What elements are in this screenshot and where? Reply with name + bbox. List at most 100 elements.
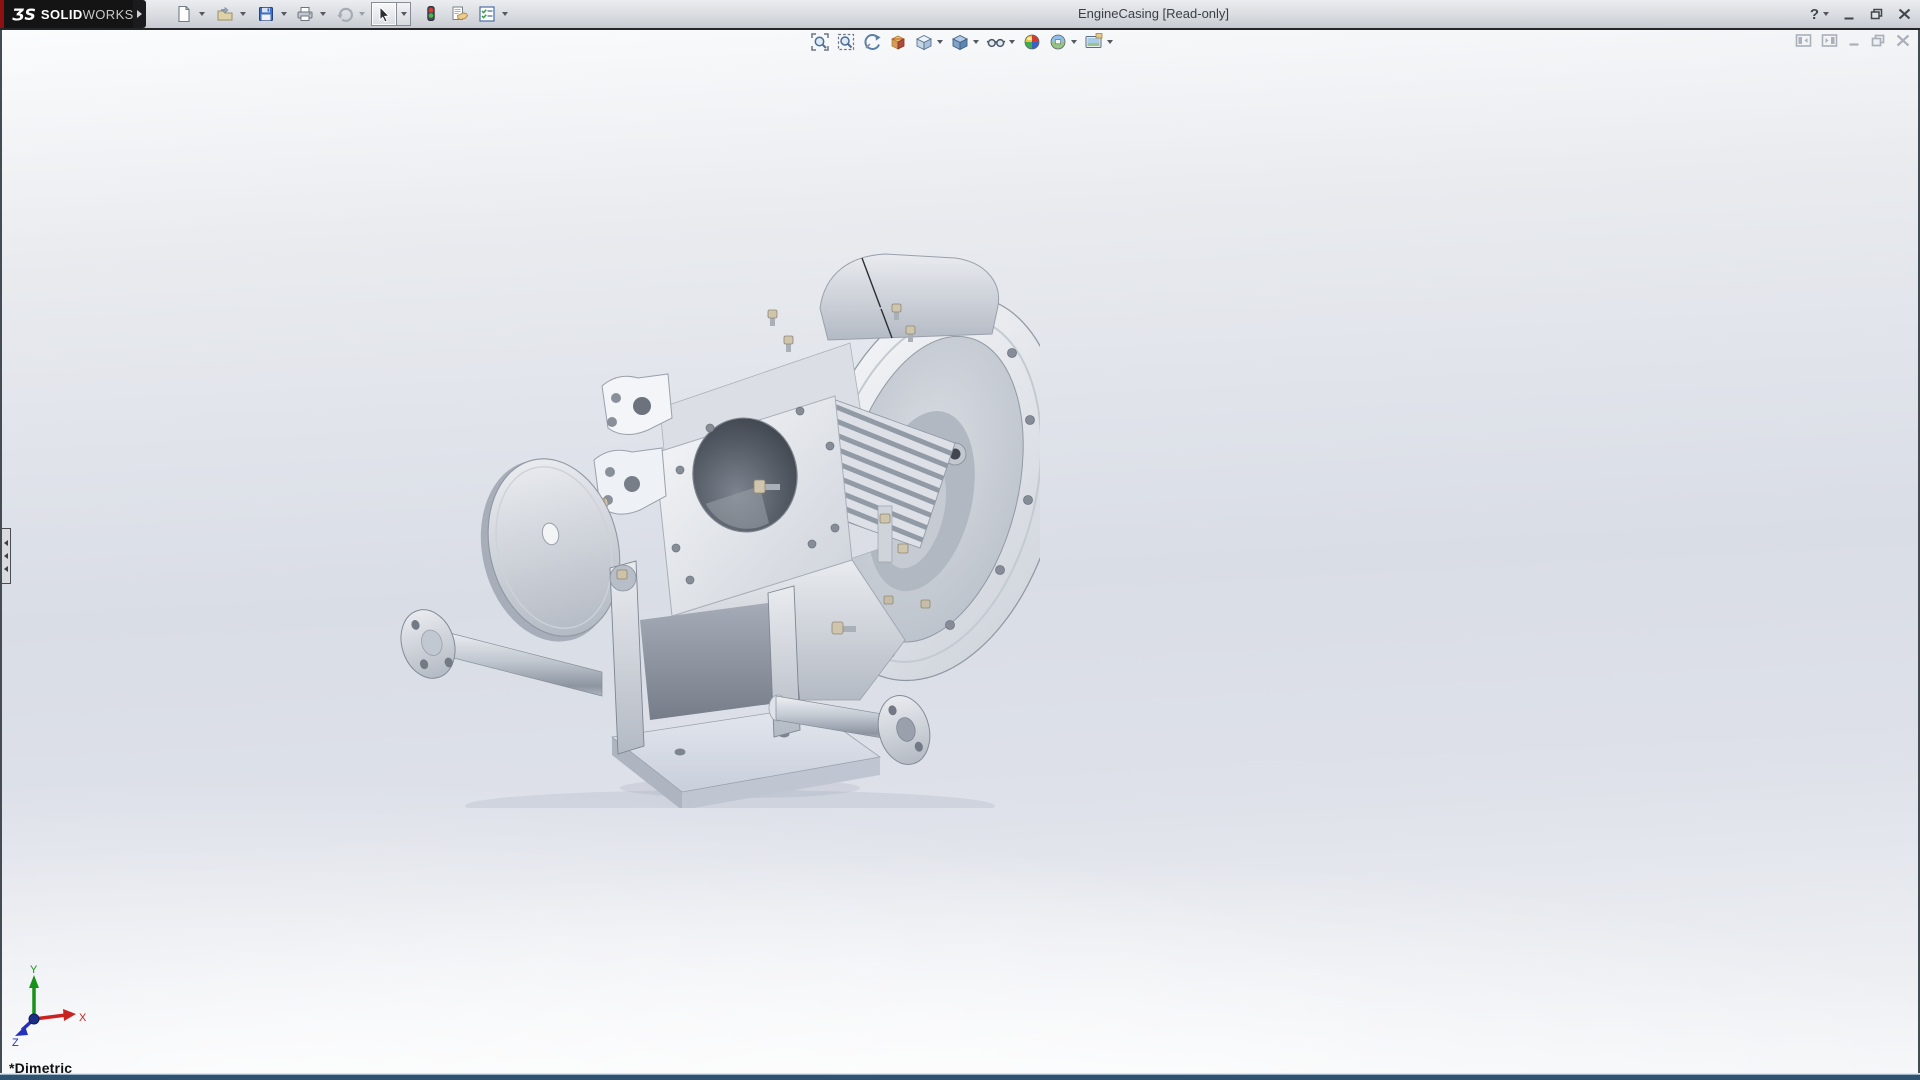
dropdown-arrow-icon xyxy=(281,12,287,16)
solidworks-3s-icon: ƷS xyxy=(12,5,36,24)
dropdown-arrow-icon xyxy=(199,12,205,16)
save-dropdown[interactable] xyxy=(278,2,289,26)
print-button[interactable] xyxy=(293,2,317,26)
view-settings-button[interactable] xyxy=(1082,31,1105,53)
save-button[interactable] xyxy=(254,2,278,26)
chevron-right-icon xyxy=(137,10,142,18)
zoom-to-fit-icon xyxy=(810,32,830,52)
close-icon xyxy=(1895,33,1911,48)
eyeglasses-icon xyxy=(986,32,1006,52)
restore-icon xyxy=(1869,7,1884,21)
undo-arrow-icon xyxy=(335,5,354,23)
previous-view-icon xyxy=(862,32,882,52)
select-tool-button[interactable] xyxy=(371,2,397,26)
titlebar: ƷS SOLIDWORKS xyxy=(0,0,1920,30)
printer-icon xyxy=(296,5,314,23)
close-icon xyxy=(1897,7,1912,21)
dropdown-arrow-icon xyxy=(359,12,365,16)
solidworks-window: { "window": { "title": "EngineCasing [Re… xyxy=(0,0,1920,1080)
dropdown-arrow-icon xyxy=(502,12,508,16)
hide-show-items-dropdown[interactable] xyxy=(1007,31,1017,53)
dropdown-arrow-icon xyxy=(240,12,246,16)
view-settings-icon xyxy=(1084,32,1104,52)
dropdown-arrow-icon xyxy=(973,40,979,44)
minimize-icon xyxy=(1842,7,1856,21)
traffic-light-icon xyxy=(422,5,440,23)
engine-casing-model[interactable] xyxy=(380,248,1040,808)
open-button[interactable] xyxy=(213,2,237,26)
document-window-controls xyxy=(1795,33,1911,48)
collapse-left-pane-button[interactable] xyxy=(1795,33,1812,48)
close-button[interactable] xyxy=(1897,7,1912,21)
view-orientation-label: *Dimetric xyxy=(9,1060,72,1073)
minimize-document-button[interactable] xyxy=(1847,33,1861,48)
view-orientation-dropdown[interactable] xyxy=(935,31,945,53)
restore-document-button[interactable] xyxy=(1870,33,1886,48)
options-dropdown[interactable] xyxy=(499,2,510,26)
chevron-left-icon xyxy=(4,566,8,572)
display-style-button[interactable] xyxy=(948,31,971,53)
previous-view-button[interactable] xyxy=(860,31,883,53)
minimize-button[interactable] xyxy=(1842,7,1856,21)
apply-scene-dropdown[interactable] xyxy=(1069,31,1079,53)
undo-button[interactable] xyxy=(332,2,356,26)
help-button[interactable]: ? xyxy=(1810,6,1829,23)
restore-button[interactable] xyxy=(1869,7,1884,21)
chevron-left-icon xyxy=(4,540,8,546)
edit-appearance-button[interactable] xyxy=(1020,31,1043,53)
rebuild-button[interactable] xyxy=(419,2,443,26)
collapse-right-pane-button[interactable] xyxy=(1821,33,1838,48)
restore-icon xyxy=(1870,33,1886,48)
new-document-button[interactable] xyxy=(172,2,196,26)
solidworks-logo: ƷS SOLIDWORKS xyxy=(0,0,133,28)
brand-name-light: WORKS xyxy=(83,7,134,22)
window-bottom-border xyxy=(0,1073,1920,1080)
file-properties-icon xyxy=(450,5,469,23)
appearance-ball-icon xyxy=(1022,32,1042,52)
featuremanager-collapsed-tab[interactable] xyxy=(2,528,11,584)
view-orientation-button[interactable] xyxy=(912,31,935,53)
file-properties-button[interactable] xyxy=(447,2,471,26)
open-dropdown[interactable] xyxy=(237,2,248,26)
apply-scene-icon xyxy=(1048,32,1068,52)
close-document-button[interactable] xyxy=(1895,33,1911,48)
x-axis-label: X xyxy=(79,1012,87,1024)
zoom-to-fit-button[interactable] xyxy=(808,31,831,53)
graphics-area[interactable]: Y X Z *Dimetric xyxy=(2,30,1918,1073)
help-icon: ? xyxy=(1810,6,1819,23)
view-settings-dropdown[interactable] xyxy=(1105,31,1115,53)
dropdown-arrow-icon xyxy=(1071,40,1077,44)
section-view-icon xyxy=(888,32,908,52)
new-document-dropdown[interactable] xyxy=(196,2,207,26)
dropdown-arrow-icon xyxy=(320,12,326,16)
right-pane-icon xyxy=(1821,33,1838,48)
select-tool-dropdown[interactable] xyxy=(397,2,411,26)
brand-name-bold: SOLID xyxy=(41,7,83,22)
dropdown-arrow-icon xyxy=(937,40,943,44)
window-controls: ? xyxy=(1810,0,1912,28)
apply-scene-button[interactable] xyxy=(1046,31,1069,53)
dropdown-arrow-icon xyxy=(1107,40,1113,44)
options-checklist-icon xyxy=(478,5,496,23)
display-style-cube-icon xyxy=(950,32,970,52)
undo-dropdown[interactable] xyxy=(356,2,367,26)
zoom-to-area-button[interactable] xyxy=(834,31,857,53)
menu-expand-button[interactable] xyxy=(133,0,146,28)
dropdown-arrow-icon xyxy=(1823,12,1829,16)
display-style-dropdown[interactable] xyxy=(971,31,981,53)
section-view-button[interactable] xyxy=(886,31,909,53)
hide-show-items-button[interactable] xyxy=(984,31,1007,53)
orientation-triad: Y X Z xyxy=(6,963,90,1047)
z-axis-label: Z xyxy=(12,1037,19,1047)
new-document-icon xyxy=(175,5,193,23)
save-floppy-icon xyxy=(257,5,275,23)
print-dropdown[interactable] xyxy=(317,2,328,26)
open-folder-icon xyxy=(216,5,234,23)
main-toolbar xyxy=(172,0,510,28)
window-title: EngineCasing [Read-only] xyxy=(1078,0,1229,28)
dropdown-arrow-icon xyxy=(401,12,407,16)
options-button[interactable] xyxy=(475,2,499,26)
view-orientation-cube-icon xyxy=(914,32,934,52)
zoom-to-area-icon xyxy=(836,32,856,52)
y-axis-label: Y xyxy=(30,964,38,976)
